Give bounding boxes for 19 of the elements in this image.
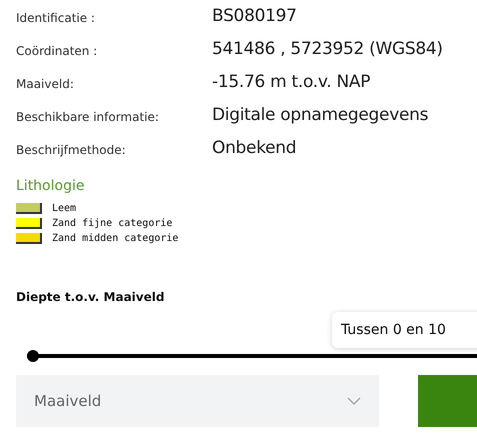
field-value: 541486 , 5723952 (WGS84) <box>212 39 444 59</box>
field-label: Coördinaten : <box>16 44 98 59</box>
field-label: Maaiveld: <box>16 77 75 92</box>
field-label: Beschrijfmethode: <box>16 143 127 158</box>
field-label: Beschikbare informatie: <box>16 110 160 125</box>
chevron-down-icon <box>346 397 361 405</box>
slider-thumb[interactable] <box>27 350 39 362</box>
slider-title: Diepte t.o.v. Maaiveld <box>16 290 166 304</box>
field-value: Onbekend <box>212 138 298 158</box>
field-value: BS080197 <box>212 6 298 26</box>
field-value: Digitale opnamegegevens <box>212 105 430 125</box>
legend-label: Zand midden categorie <box>52 233 178 244</box>
legend-label: Zand fijne categorie <box>52 218 172 229</box>
field-label: Identificatie : <box>16 11 96 26</box>
legend-label: Leem <box>52 203 76 214</box>
field-value: -15.76 m t.o.v. NAP <box>212 72 372 92</box>
section-title: Lithologie <box>16 178 86 194</box>
value-tooltip: Tussen 0 en 10 <box>332 312 477 348</box>
select-field[interactable]: Maaiveld <box>16 375 379 427</box>
